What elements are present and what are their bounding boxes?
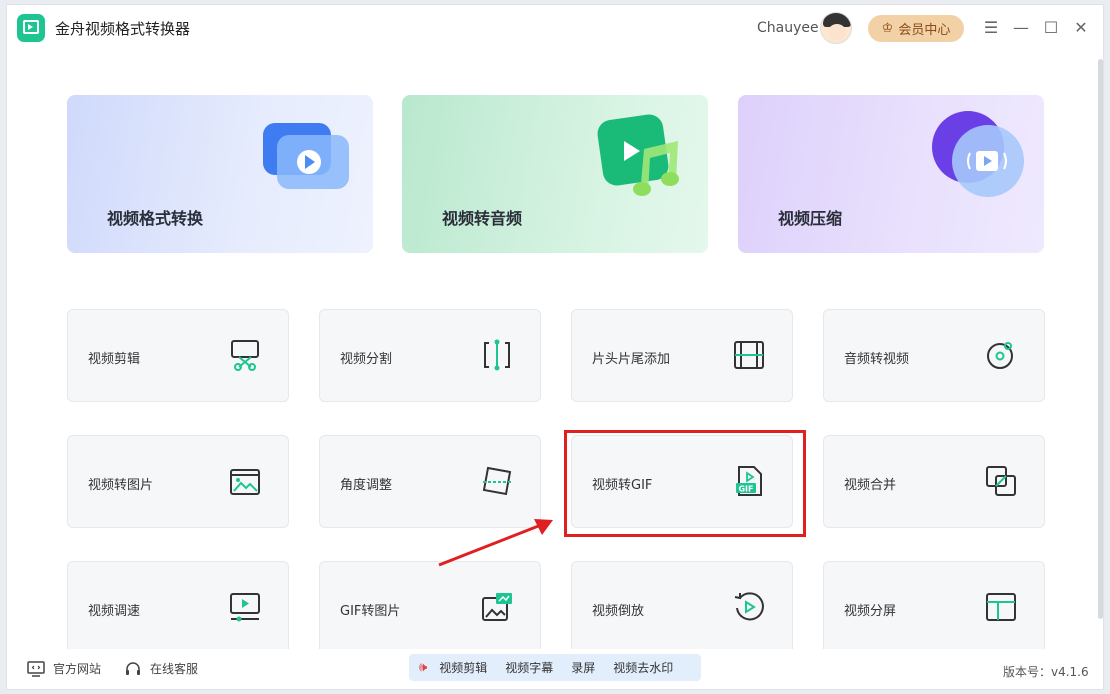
compress-icon <box>932 111 1024 197</box>
official-site-label: 官方网站 <box>53 662 102 676</box>
speaker-icon: 🕪 <box>419 660 428 675</box>
tool-card-video-split[interactable]: 视频分割 <box>319 309 541 402</box>
promo-bar: 🕪 视频剪辑 视频字幕 录屏 视频去水印 <box>409 654 701 681</box>
tool-card-video-to-image[interactable]: 视频转图片 <box>67 435 289 528</box>
gif-image-icon <box>482 593 512 621</box>
tool-label: 角度调整 <box>340 478 393 493</box>
big-card-label: 视频格式转换 <box>107 209 204 228</box>
tool-card-speed[interactable]: 视频调速 <box>67 561 289 654</box>
tool-label: 视频调速 <box>88 604 141 619</box>
tool-label: 视频合并 <box>844 478 897 493</box>
app-logo-icon <box>17 14 45 42</box>
close-icon[interactable]: ✕ <box>1071 18 1091 38</box>
big-card-video-to-audio[interactable]: 视频转音频 <box>402 95 708 253</box>
tool-card-reverse[interactable]: 视频倒放 <box>571 561 793 654</box>
avatar[interactable] <box>820 12 852 44</box>
rotate-frame-icon <box>482 466 512 496</box>
title-bar: 金舟视频格式转换器 Chauyee ♔ 会员中心 ☰ — ☐ ✕ <box>7 5 1103 51</box>
tool-label: 视频分割 <box>340 352 393 367</box>
tool-label: 视频分屏 <box>844 604 897 619</box>
promo-item-video-edit[interactable]: 视频剪辑 <box>439 659 487 676</box>
tool-label: GIF转图片 <box>340 604 401 619</box>
split-icon <box>484 339 510 371</box>
promo-item-subtitle[interactable]: 视频字幕 <box>505 659 553 676</box>
online-service-label: 在线客服 <box>150 662 199 676</box>
film-icon <box>734 341 764 369</box>
speed-screen-icon <box>230 593 260 622</box>
video-play-icon <box>263 123 349 189</box>
crown-icon: ♔ <box>881 21 894 36</box>
scissors-icon <box>231 340 259 371</box>
reverse-play-icon <box>734 592 764 621</box>
annotation-arrow-icon <box>438 519 553 567</box>
image-icon <box>230 469 260 495</box>
split-screen-icon <box>986 593 1016 621</box>
big-card-format-convert[interactable]: 视频格式转换 <box>67 95 373 253</box>
merge-icon <box>986 466 1016 496</box>
vip-center-label: 会员中心 <box>898 23 951 38</box>
music-note-icon <box>597 114 679 196</box>
promo-item-watermark[interactable]: 视频去水印 <box>613 659 673 676</box>
tool-card-intro-outro[interactable]: 片头片尾添加 <box>571 309 793 402</box>
promo-item-screen-record[interactable]: 录屏 <box>571 659 595 676</box>
tool-label: 视频倒放 <box>592 604 645 619</box>
online-service-link[interactable]: 在线客服 <box>124 660 198 677</box>
big-card-label: 视频转音频 <box>442 209 523 228</box>
menu-icon[interactable]: ☰ <box>981 18 1001 38</box>
tool-card-video-merge[interactable]: 视频合并 <box>823 435 1045 528</box>
headset-icon <box>126 661 140 675</box>
tool-label: 音频转视频 <box>844 352 910 367</box>
tool-card-audio-to-video[interactable]: 音频转视频 <box>823 309 1045 402</box>
big-card-label: 视频压缩 <box>778 209 843 228</box>
scrollbar[interactable] <box>1098 59 1103 619</box>
tool-label: 视频剪辑 <box>88 352 141 367</box>
username[interactable]: Chauyee <box>757 20 819 36</box>
maximize-icon[interactable]: ☐ <box>1041 18 1061 38</box>
vip-center-button[interactable]: ♔ 会员中心 <box>868 15 964 42</box>
footer: 官方网站 在线客服 🕪 视频剪辑 视频字幕 录屏 视频去水印 版本号：v4.1.… <box>7 649 1103 689</box>
tool-card-video-edit[interactable]: 视频剪辑 <box>67 309 289 402</box>
version-label: 版本号：v4.1.6 <box>1003 665 1089 679</box>
tool-label: 视频转图片 <box>88 478 154 493</box>
tool-label: 片头片尾添加 <box>592 352 671 367</box>
app-window: 金舟视频格式转换器 Chauyee ♔ 会员中心 ☰ — ☐ ✕ 视频格式转换 … <box>6 4 1104 690</box>
minimize-icon[interactable]: — <box>1011 18 1031 38</box>
official-site-link[interactable]: 官方网站 <box>27 660 101 677</box>
audio-disc-icon <box>987 342 1013 369</box>
highlight-box <box>564 430 806 537</box>
app-title: 金舟视频格式转换器 <box>55 20 191 38</box>
big-card-compress[interactable]: 视频压缩 <box>738 95 1044 253</box>
monitor-icon <box>27 660 45 677</box>
tool-card-split-screen[interactable]: 视频分屏 <box>823 561 1045 654</box>
